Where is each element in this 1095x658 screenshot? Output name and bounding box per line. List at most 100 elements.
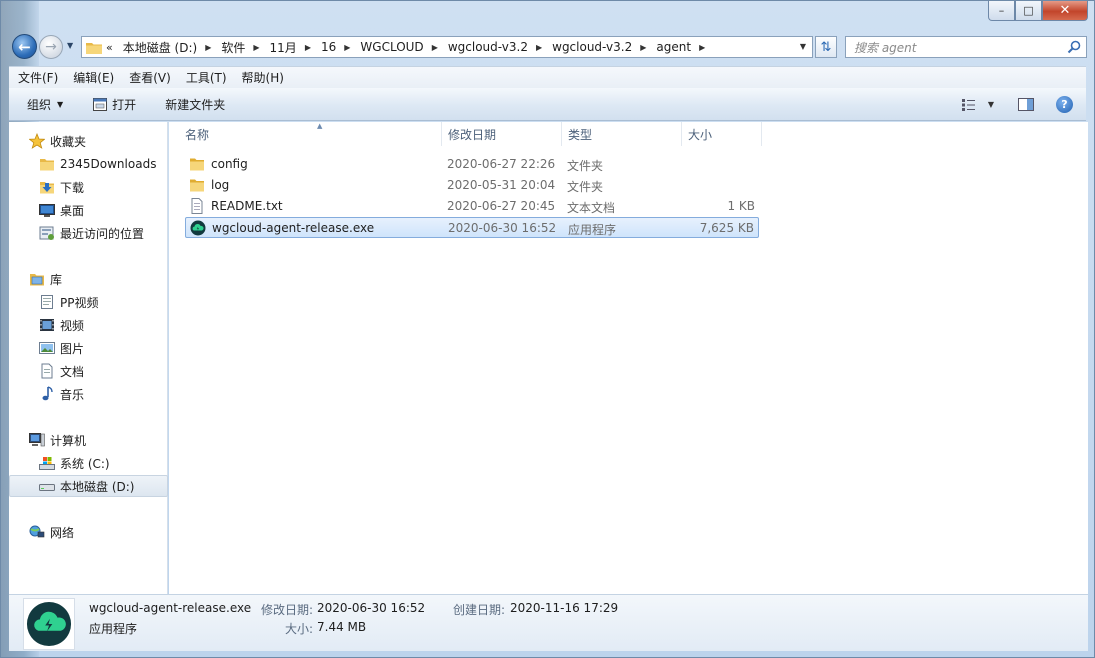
detail-file-type: 应用程序	[89, 622, 138, 636]
forward-arrow-icon: →	[45, 39, 57, 55]
chevron-right-icon[interactable]: ▶	[305, 43, 311, 52]
sidebar-item-libraries[interactable]: 库	[9, 268, 168, 290]
close-button[interactable]: ✕	[1042, 1, 1088, 21]
sidebar-label: 文档	[60, 364, 85, 379]
minimize-button[interactable]: –	[988, 1, 1015, 21]
menu-file[interactable]: 文件(F)	[18, 69, 58, 86]
file-name: log	[211, 178, 230, 192]
breadcrumb-label: WGCLOUD	[360, 40, 424, 54]
refresh-button[interactable]: ⇅	[815, 36, 837, 58]
network-icon	[29, 525, 45, 538]
recent-pages-dropdown[interactable]: ▼	[67, 41, 73, 50]
navigation-bar: ← → ▼ « 本地磁盘 (D:) ▶ 软件 ▶ 11月 ▶ 16 ▶ WGCLOUD ▶…	[9, 31, 1087, 61]
sidebar-label: 2345Downloads	[60, 157, 157, 171]
organize-button[interactable]: 组织 ▼	[27, 96, 63, 113]
file-modified: 2020-06-30 16:52	[448, 221, 557, 235]
search-input[interactable]: 搜索 agent	[845, 36, 1087, 58]
help-icon[interactable]: ?	[1056, 96, 1073, 113]
chevron-right-icon[interactable]: ▶	[205, 43, 211, 52]
preview-pane-icon[interactable]	[1018, 98, 1034, 111]
table-row[interactable]: README.txt 2020-06-27 20:45 文本文档 1 KB	[185, 196, 759, 217]
column-label: 大小	[688, 127, 713, 142]
recent-places-icon	[39, 226, 54, 240]
detail-thumbnail	[23, 598, 75, 650]
sidebar-label: 下载	[60, 180, 85, 195]
sidebar-label: 系统 (C:)	[60, 456, 110, 471]
sidebar-item-videos[interactable]: 视频	[9, 314, 168, 336]
breadcrumb-item[interactable]: agent ▶	[652, 40, 711, 54]
document-library-icon	[41, 295, 53, 309]
address-history-dropdown[interactable]: ▼	[800, 42, 806, 51]
sidebar-item-desktop[interactable]: 桌面	[9, 199, 168, 221]
sidebar-item-recent-places[interactable]: 最近访问的位置	[9, 222, 168, 244]
sidebar-item-drive-c[interactable]: 系统 (C:)	[9, 452, 168, 474]
breadcrumb-overflow[interactable]: «	[106, 41, 113, 54]
chevron-right-icon[interactable]: ▶	[432, 43, 438, 52]
table-row[interactable]: wgcloud-agent-release.exe 2020-06-30 16:…	[185, 217, 759, 238]
chevron-right-icon[interactable]: ▶	[640, 43, 646, 52]
view-options-icon[interactable]	[961, 98, 978, 111]
sort-ascending-icon: ▲	[317, 122, 323, 130]
new-folder-button[interactable]: 新建文件夹	[165, 96, 225, 113]
folder-icon	[40, 159, 54, 171]
address-bar[interactable]: « 本地磁盘 (D:) ▶ 软件 ▶ 11月 ▶ 16 ▶ WGCLOUD ▶ wgclo…	[81, 36, 813, 58]
command-bar-right: ▼ ?	[961, 88, 1086, 121]
breadcrumb-label: 软件	[221, 40, 246, 55]
column-label: 修改日期	[448, 127, 497, 142]
forward-button[interactable]: →	[39, 35, 63, 59]
app-cloud-icon	[26, 601, 72, 647]
view-dropdown-icon[interactable]: ▼	[988, 100, 994, 109]
menu-help[interactable]: 帮助(H)	[242, 69, 284, 86]
breadcrumb-item[interactable]: 11月 ▶	[266, 39, 317, 56]
breadcrumb-label: 本地磁盘 (D:)	[122, 40, 198, 55]
maximize-button[interactable]: □	[1015, 1, 1042, 21]
column-header-type[interactable]: 类型	[562, 122, 682, 146]
sidebar-label: 视频	[60, 318, 85, 333]
search-icon[interactable]	[1067, 40, 1081, 54]
breadcrumb-item[interactable]: 16 ▶	[317, 40, 356, 54]
sidebar-item-music[interactable]: 音乐	[9, 383, 168, 405]
breadcrumb-item[interactable]: 本地磁盘 (D:) ▶	[119, 39, 218, 56]
menu-edit[interactable]: 编辑(E)	[73, 69, 114, 86]
column-header-name[interactable]: 名称 ▲	[179, 122, 442, 146]
folder-icon	[86, 42, 102, 54]
detail-size-value: 7.44 MB	[317, 620, 367, 634]
sidebar-item-2345downloads[interactable]: 2345Downloads	[9, 153, 168, 175]
sidebar-item-drive-d[interactable]: 本地磁盘 (D:)	[9, 475, 168, 497]
sidebar-label: 计算机	[50, 433, 87, 448]
table-row[interactable]: log 2020-05-31 20:04 文件夹	[185, 175, 759, 196]
minimize-icon: –	[998, 4, 1005, 17]
breadcrumb-item[interactable]: 软件 ▶	[217, 39, 265, 56]
sidebar-item-favorites[interactable]: 收藏夹	[9, 130, 168, 152]
sidebar-item-computer[interactable]: 计算机	[9, 429, 168, 451]
sidebar-item-pictures[interactable]: 图片	[9, 337, 168, 359]
sidebar-label: 本地磁盘 (D:)	[60, 479, 135, 494]
chevron-right-icon[interactable]: ▶	[253, 43, 259, 52]
sidebar-item-network[interactable]: 网络	[9, 521, 168, 543]
breadcrumb-item[interactable]: WGCLOUD ▶	[356, 40, 443, 54]
chevron-right-icon[interactable]: ▶	[344, 43, 350, 52]
back-button[interactable]: ←	[12, 34, 37, 59]
maximize-icon: □	[1023, 4, 1034, 17]
sidebar-item-documents[interactable]: 文档	[9, 360, 168, 382]
file-name-cell: log	[189, 177, 229, 193]
breadcrumb-label: 11月	[269, 40, 297, 55]
column-header-modified[interactable]: 修改日期	[442, 122, 562, 146]
column-header-size[interactable]: 大小	[682, 122, 762, 146]
chevron-right-icon[interactable]: ▶	[699, 43, 705, 52]
open-button[interactable]: 打开	[93, 96, 136, 113]
open-label: 打开	[112, 97, 137, 112]
breadcrumb-item[interactable]: wgcloud-v3.2 ▶	[548, 40, 652, 54]
desktop-icon	[39, 204, 55, 217]
star-icon	[29, 133, 45, 149]
sidebar-item-pp-video[interactable]: PP视频	[9, 291, 168, 313]
chevron-right-icon[interactable]: ▶	[536, 43, 542, 52]
table-row[interactable]: config 2020-06-27 22:26 文件夹	[185, 154, 759, 175]
picture-icon	[39, 342, 55, 354]
menu-tools[interactable]: 工具(T)	[186, 69, 227, 86]
menu-bar: 文件(F) 编辑(E) 查看(V) 工具(T) 帮助(H)	[9, 66, 1086, 88]
file-size: 1 KB	[727, 199, 755, 213]
menu-view[interactable]: 查看(V)	[129, 69, 171, 86]
breadcrumb-item[interactable]: wgcloud-v3.2 ▶	[444, 40, 548, 54]
sidebar-item-downloads[interactable]: 下载	[9, 176, 168, 198]
